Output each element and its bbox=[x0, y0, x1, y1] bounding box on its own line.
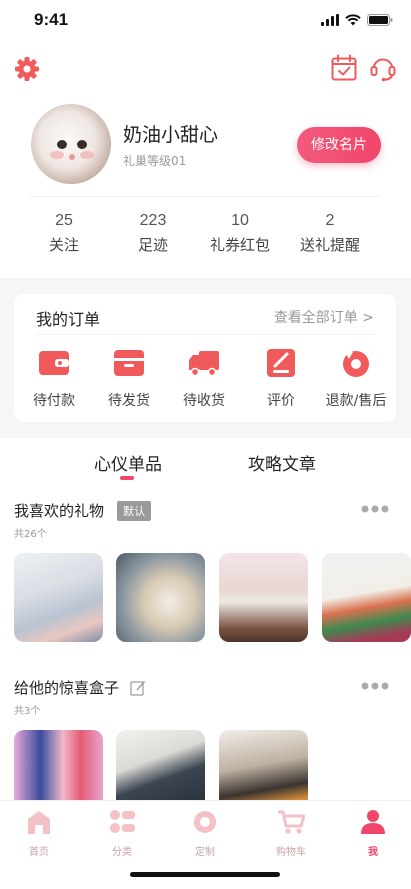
nav-label: 首页 bbox=[29, 847, 49, 858]
order-label: 退款/售后 bbox=[325, 393, 387, 409]
view-all-orders-link[interactable]: 查看全部订单 > bbox=[274, 307, 374, 327]
stat-label: 足迹 bbox=[137, 236, 168, 254]
favorites-gallery bbox=[14, 553, 411, 643]
stat-value: 223 bbox=[139, 212, 167, 229]
nav-label: 定制 bbox=[195, 847, 215, 858]
calendar-check-icon[interactable] bbox=[331, 54, 357, 82]
surprise-box-header: 给他的惊喜盒子 共3个 bbox=[14, 677, 404, 717]
refund-icon bbox=[343, 351, 369, 377]
nav-label: 购物车 bbox=[276, 847, 306, 858]
status-time: 9:41 bbox=[34, 10, 69, 29]
orders-title: 我的订单 bbox=[36, 310, 101, 329]
stat-value: 10 bbox=[231, 212, 249, 229]
divider bbox=[30, 196, 380, 197]
nav-label: 我 bbox=[368, 847, 378, 858]
gift-thumbnail[interactable] bbox=[116, 553, 205, 642]
stat-following[interactable]: 25 关注 bbox=[19, 212, 109, 255]
order-to-ship[interactable]: 待发货 bbox=[94, 348, 164, 410]
top-actions bbox=[0, 54, 411, 86]
more-icon[interactable] bbox=[360, 504, 390, 514]
my-orders-card: 我的订单 查看全部订单 > 待付款 待发货 待收货 评价 退款/售后 bbox=[14, 294, 396, 422]
default-badge: 默认 bbox=[117, 500, 152, 521]
gift-thumbnail[interactable] bbox=[219, 553, 308, 642]
category-icon bbox=[110, 810, 135, 833]
nav-home[interactable]: 首页 bbox=[9, 809, 69, 858]
profile-card: 奶油小甜心 礼巢等级01 修改名片 bbox=[0, 102, 411, 192]
tab-articles[interactable]: 攻略文章 bbox=[248, 450, 316, 475]
favorites-count: 共26个 bbox=[14, 529, 47, 540]
order-label: 待付款 bbox=[33, 393, 75, 409]
order-to-receive[interactable]: 待收货 bbox=[169, 348, 239, 410]
home-icon bbox=[28, 811, 50, 834]
member-level: 礼巢等级01 bbox=[123, 154, 187, 168]
box-icon bbox=[114, 350, 144, 376]
cart-icon bbox=[278, 810, 306, 834]
gift-thumbnail[interactable] bbox=[14, 553, 103, 642]
truck-icon bbox=[189, 351, 219, 377]
content-tabs: 心仪单品 攻略文章 bbox=[0, 450, 411, 486]
customize-icon bbox=[194, 811, 216, 833]
wifi-icon bbox=[345, 14, 361, 26]
cellular-signal-icon bbox=[321, 14, 339, 26]
stat-label: 礼券红包 bbox=[209, 236, 270, 254]
order-label: 待收货 bbox=[183, 393, 225, 409]
stat-value: 25 bbox=[55, 212, 73, 229]
order-refund[interactable]: 退款/售后 bbox=[321, 348, 391, 410]
battery-icon bbox=[367, 14, 393, 26]
order-label: 待发货 bbox=[108, 393, 150, 409]
stat-label: 送礼提醒 bbox=[299, 236, 360, 254]
edit-icon[interactable] bbox=[130, 680, 146, 696]
wallet-icon bbox=[39, 351, 69, 375]
order-label: 评价 bbox=[267, 393, 295, 409]
avatar[interactable] bbox=[31, 104, 111, 184]
order-pending-payment[interactable]: 待付款 bbox=[19, 348, 89, 410]
nav-cart[interactable]: 购物车 bbox=[261, 809, 321, 858]
surprise-box-title[interactable]: 给他的惊喜盒子 bbox=[14, 677, 119, 698]
order-review[interactable]: 评价 bbox=[246, 348, 316, 410]
surprise-box-count: 共3个 bbox=[14, 706, 41, 717]
stat-coupons[interactable]: 10 礼券红包 bbox=[195, 212, 285, 255]
review-icon bbox=[267, 349, 295, 377]
status-bar: 9:41 bbox=[0, 0, 411, 44]
divider bbox=[36, 334, 376, 335]
stats-row: 25 关注 223 足迹 10 礼券红包 2 送礼提醒 bbox=[0, 212, 411, 264]
customer-service-icon[interactable] bbox=[370, 54, 396, 82]
active-tab-indicator bbox=[120, 476, 134, 480]
gift-thumbnail[interactable] bbox=[322, 553, 411, 642]
favorites-title[interactable]: 我喜欢的礼物 bbox=[14, 500, 104, 521]
more-icon[interactable] bbox=[360, 681, 390, 691]
home-indicator bbox=[130, 872, 280, 877]
gear-icon[interactable] bbox=[14, 56, 40, 82]
tab-favorite-items[interactable]: 心仪单品 bbox=[94, 450, 162, 475]
status-icons bbox=[321, 14, 393, 26]
nav-me[interactable]: 我 bbox=[343, 809, 403, 858]
user-icon bbox=[361, 810, 385, 834]
favorites-header: 我喜欢的礼物 默认 共26个 bbox=[14, 500, 404, 540]
nav-category[interactable]: 分类 bbox=[92, 809, 152, 858]
stat-value: 2 bbox=[325, 212, 335, 229]
nav-customize[interactable]: 定制 bbox=[175, 809, 235, 858]
stat-label: 关注 bbox=[48, 236, 79, 254]
nav-label: 分类 bbox=[112, 847, 132, 858]
stat-footprints[interactable]: 223 足迹 bbox=[108, 212, 198, 255]
nickname: 奶油小甜心 bbox=[123, 124, 219, 146]
stat-gift-reminders[interactable]: 2 送礼提醒 bbox=[285, 212, 375, 255]
edit-profile-button[interactable]: 修改名片 bbox=[297, 127, 381, 163]
